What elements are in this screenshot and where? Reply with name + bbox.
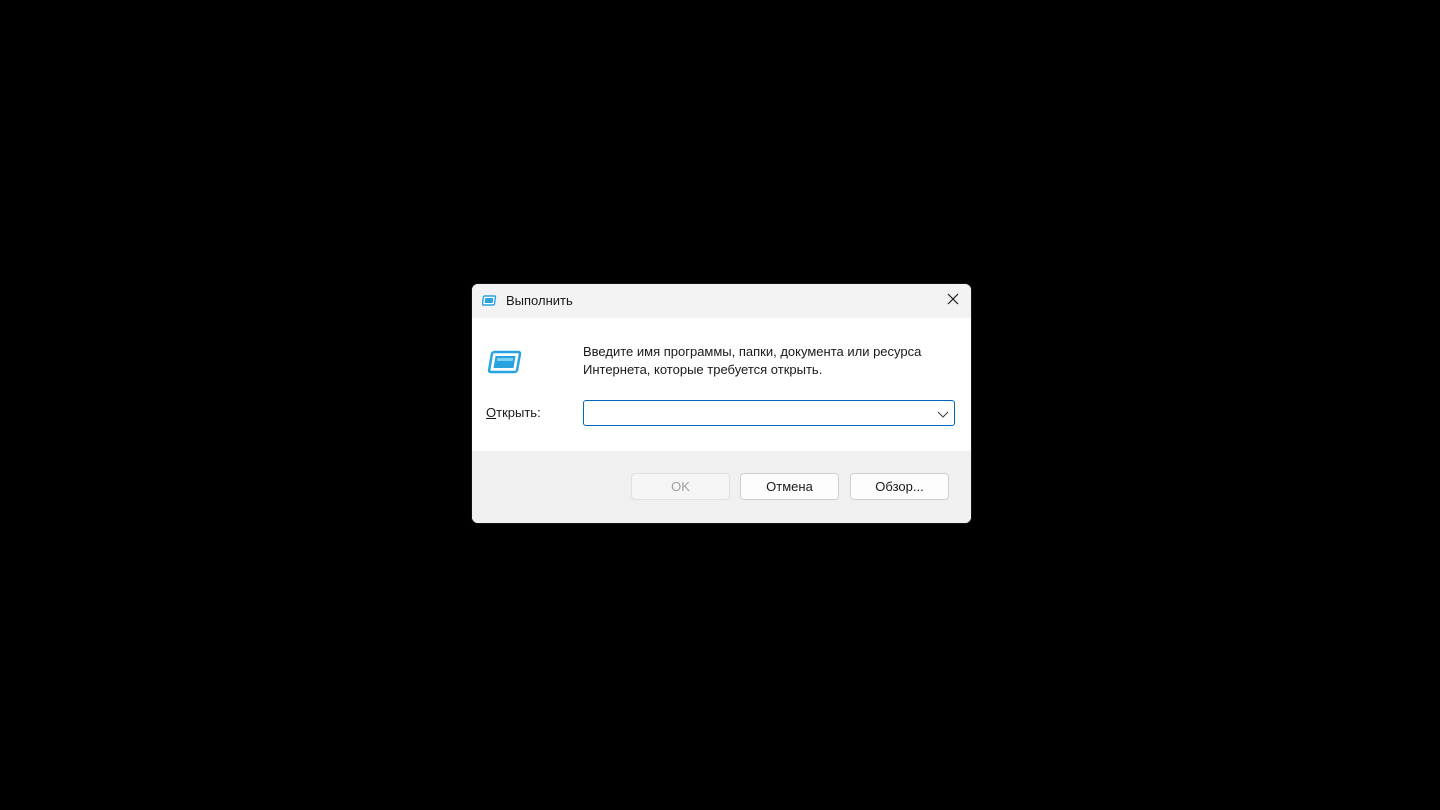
run-dialog: Выполнить Введите имя программы, папки, … (472, 284, 971, 523)
ok-button[interactable]: OK (631, 473, 730, 500)
run-icon (481, 293, 498, 309)
open-label-mnemonic: О (486, 405, 497, 420)
description-text: Введите имя программы, папки, документа … (583, 344, 922, 377)
close-icon (947, 292, 959, 310)
open-label: Открыть: (486, 404, 541, 422)
browse-button[interactable]: Обзор... (850, 473, 949, 500)
chevron-down-icon[interactable] (936, 407, 950, 419)
dialog-content: Введите имя программы, папки, документа … (472, 318, 971, 451)
run-program-icon (486, 348, 522, 378)
button-bar: OK Отмена Обзор... (472, 451, 971, 523)
desktop-background: Выполнить Введите имя программы, папки, … (0, 0, 1440, 810)
open-label-text: ткрыть: (496, 405, 541, 420)
cancel-button[interactable]: Отмена (740, 473, 839, 500)
open-input[interactable] (584, 401, 924, 425)
title-bar[interactable]: Выполнить (472, 284, 971, 318)
close-button[interactable] (935, 284, 971, 318)
open-combobox[interactable] (583, 400, 955, 426)
dialog-title: Выполнить (506, 293, 573, 308)
